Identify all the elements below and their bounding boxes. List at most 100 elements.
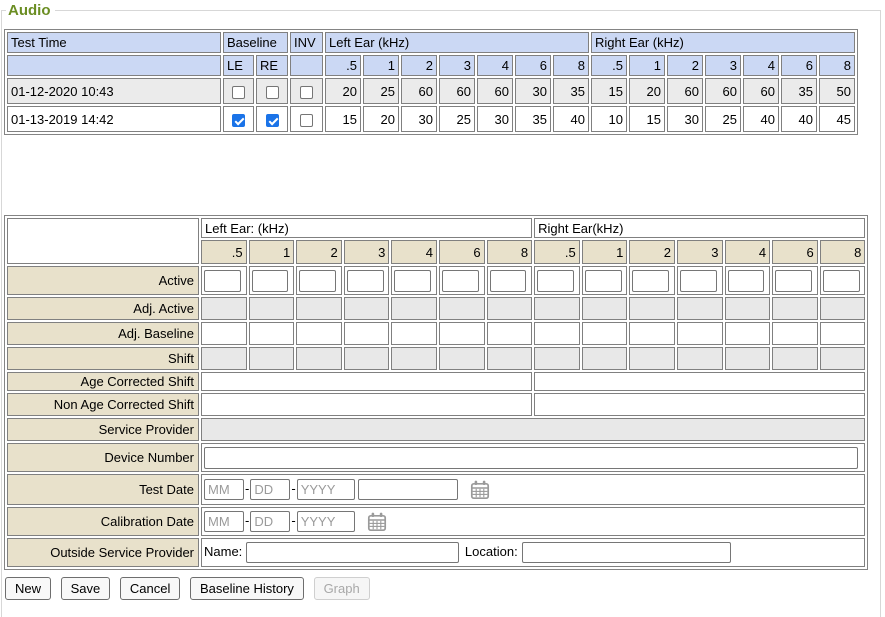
test-date-day-input[interactable] [250, 479, 290, 500]
active-input[interactable] [442, 270, 479, 292]
baseline-le-checkbox[interactable] [232, 86, 245, 99]
adj-active-cell [629, 297, 675, 320]
active-input[interactable] [204, 270, 241, 292]
service-provider-label: Service Provider [7, 418, 199, 441]
outside-name-label: Name: [204, 544, 242, 559]
inv-checkbox[interactable] [300, 114, 313, 127]
threshold-cell: 15 [629, 106, 665, 132]
left-ear-header: Left Ear (kHz) [325, 32, 589, 53]
active-input[interactable] [775, 270, 812, 292]
adj-active-cell [534, 297, 580, 320]
active-input[interactable] [252, 270, 289, 292]
threshold-cell: 35 [515, 106, 551, 132]
age-corrected-shift-left-cell [201, 372, 532, 391]
test-date-month-input[interactable] [204, 479, 244, 500]
baseline-le-checkbox[interactable] [232, 114, 245, 127]
inv-header: INV [290, 32, 323, 53]
age-corrected-shift-label: Age Corrected Shift [7, 372, 199, 391]
active-input[interactable] [728, 270, 765, 292]
freq-header: 4 [725, 240, 771, 264]
active-input[interactable] [823, 270, 860, 292]
shift-cell [296, 347, 342, 370]
freq-header: 8 [820, 240, 866, 264]
new-button[interactable]: New [5, 577, 51, 600]
threshold-cell: 25 [705, 106, 741, 132]
calibration-date-year-input[interactable] [297, 511, 355, 532]
adj-active-cell [344, 297, 390, 320]
baseline-history-button[interactable]: Baseline History [190, 577, 304, 600]
freq-header: 6 [772, 240, 818, 264]
threshold-cell: 60 [705, 78, 741, 104]
active-input[interactable] [680, 270, 717, 292]
adj-baseline-label: Adj. Baseline [7, 322, 199, 345]
freq-header: 2 [296, 240, 342, 264]
freq-header: 8 [819, 55, 855, 76]
le-subheader: LE [223, 55, 254, 76]
active-input[interactable] [347, 270, 384, 292]
date-separator: - [291, 481, 295, 496]
active-label: Active [7, 266, 199, 295]
shift-label: Shift [7, 347, 199, 370]
freq-header: 4 [743, 55, 779, 76]
adj-active-cell [391, 297, 437, 320]
shift-cell [725, 347, 771, 370]
threshold-cell: 60 [439, 78, 475, 104]
active-input[interactable] [299, 270, 336, 292]
outside-location-input[interactable] [522, 542, 731, 563]
adj-active-cell [201, 297, 247, 320]
calibration-date-month-input[interactable] [204, 511, 244, 532]
freq-header: .5 [325, 55, 361, 76]
threshold-cell: 50 [819, 78, 855, 104]
freq-header: .5 [591, 55, 627, 76]
threshold-cell: 60 [401, 78, 437, 104]
device-number-input[interactable] [204, 447, 858, 469]
threshold-cell: 35 [553, 78, 589, 104]
calendar-icon[interactable] [470, 480, 490, 500]
cancel-button[interactable]: Cancel [120, 577, 180, 600]
freq-header: 4 [477, 55, 513, 76]
active-input[interactable] [537, 270, 574, 292]
calibration-date-day-input[interactable] [250, 511, 290, 532]
shift-cell [201, 347, 247, 370]
test-time-header: Test Time [7, 32, 221, 53]
shift-cell [439, 347, 485, 370]
history-row[interactable]: 01-13-2019 14:42 15 20 30 25 30 35 40 10… [7, 106, 855, 132]
threshold-cell: 25 [439, 106, 475, 132]
graph-button: Graph [314, 577, 370, 600]
active-input[interactable] [585, 270, 622, 292]
baseline-header: Baseline [223, 32, 288, 53]
test-time-subheader [7, 55, 221, 76]
baseline-re-checkbox[interactable] [266, 86, 279, 99]
form-left-ear-header: Left Ear: (kHz) [201, 218, 532, 238]
non-age-corrected-shift-label: Non Age Corrected Shift [7, 393, 199, 416]
active-input[interactable] [394, 270, 431, 292]
save-button[interactable]: Save [61, 577, 111, 600]
threshold-cell: 30 [401, 106, 437, 132]
shift-cell [677, 347, 723, 370]
freq-header: 1 [629, 55, 665, 76]
shift-cell [391, 347, 437, 370]
form-corner-cell [7, 218, 199, 264]
test-date-year-input[interactable] [297, 479, 355, 500]
baseline-re-checkbox[interactable] [266, 114, 279, 127]
active-input[interactable] [490, 270, 527, 292]
calendar-icon[interactable] [367, 512, 387, 532]
freq-header: .5 [201, 240, 247, 264]
non-age-corrected-shift-left-cell [201, 393, 532, 416]
freq-header: 1 [363, 55, 399, 76]
right-ear-header: Right Ear (kHz) [591, 32, 855, 53]
threshold-cell: 30 [477, 106, 513, 132]
threshold-cell: 15 [591, 78, 627, 104]
threshold-cell: 10 [591, 106, 627, 132]
inv-checkbox[interactable] [300, 86, 313, 99]
active-input[interactable] [632, 270, 669, 292]
outside-name-input[interactable] [246, 542, 459, 563]
test-date-time-input[interactable] [358, 479, 458, 500]
outside-location-label: Location: [465, 544, 518, 559]
shift-cell [344, 347, 390, 370]
shift-cell [487, 347, 533, 370]
adj-active-cell [772, 297, 818, 320]
threshold-cell: 25 [363, 78, 399, 104]
age-corrected-shift-right-cell [534, 372, 865, 391]
history-row[interactable]: 01-12-2020 10:43 20 25 60 60 60 30 35 15… [7, 78, 855, 104]
